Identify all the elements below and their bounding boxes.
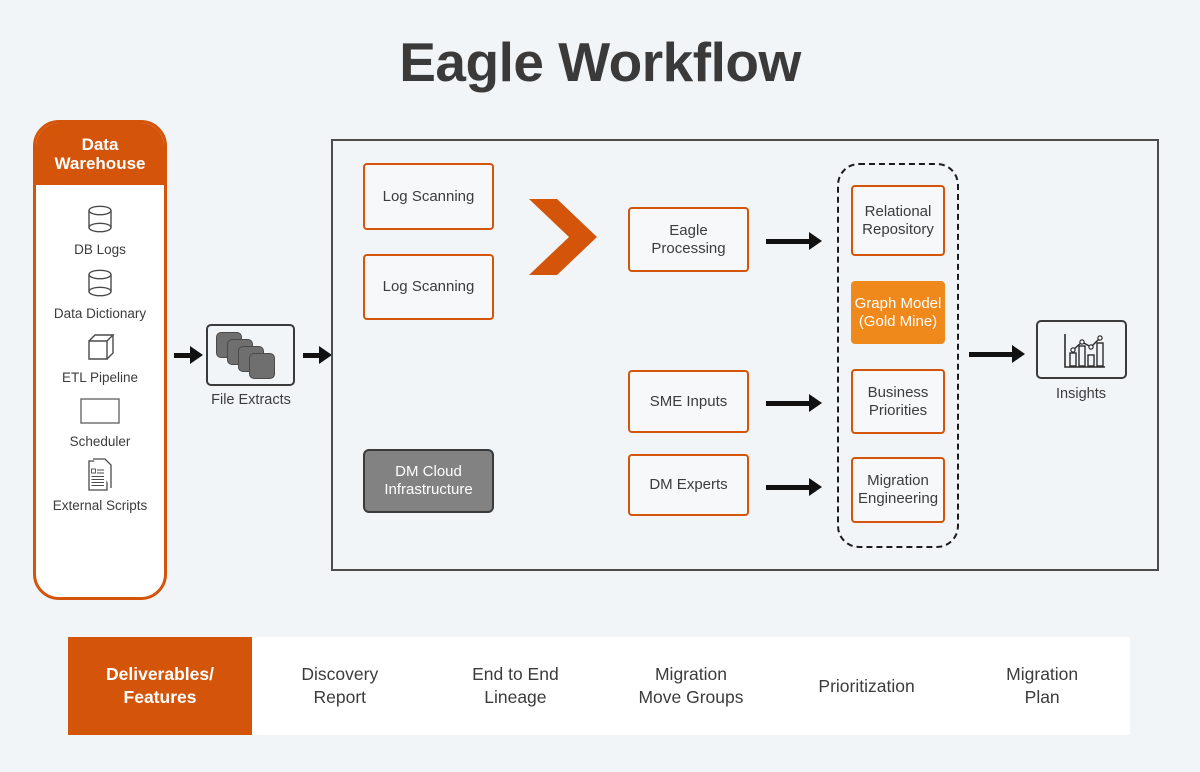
arrow-head xyxy=(190,346,203,364)
insights-label: Insights xyxy=(1056,386,1106,402)
box-label: Log Scanning xyxy=(382,187,475,205)
box-business-priorities[interactable]: Business Priorities xyxy=(851,369,945,434)
arrow-head xyxy=(809,232,822,250)
box-label: SME Inputs xyxy=(649,392,728,410)
box-label: Business Priorities xyxy=(867,383,929,419)
chevron-right-icon xyxy=(527,197,599,277)
box-label: DM Cloud Infrastructure xyxy=(384,463,473,498)
rectangle-icon xyxy=(79,392,121,430)
box-label: Log Scanning xyxy=(382,278,475,295)
arrow-shaft xyxy=(969,351,1013,357)
dw-item-label: Scheduler xyxy=(69,434,131,449)
arrow-head xyxy=(809,394,822,412)
arrow-sme-to-group xyxy=(766,394,822,412)
data-warehouse-panel: Data Warehouse DB Logs Data Dictionary E… xyxy=(33,120,167,600)
dw-item-external-scripts: External Scripts xyxy=(52,456,148,513)
deliverables-heading-label: Deliverables/ Features xyxy=(106,664,214,707)
file-extracts-box xyxy=(206,324,295,386)
deliverable-label: Migration Move Groups xyxy=(638,664,744,707)
box-label: Graph Model (Gold Mine) xyxy=(854,294,942,330)
dw-item-scheduler: Scheduler xyxy=(69,392,131,449)
deliverable-prioritization[interactable]: Prioritization xyxy=(779,637,955,735)
dw-item-label: DB Logs xyxy=(74,242,126,257)
dw-item-etl-pipeline: ETL Pipeline xyxy=(62,328,138,385)
box-label: DM Experts xyxy=(649,476,728,493)
deliverables-heading: Deliverables/ Features xyxy=(68,637,252,735)
arrow-group-to-insights xyxy=(969,345,1025,363)
deliverable-label: End to End Lineage xyxy=(472,664,559,707)
bar-chart-line-icon xyxy=(1060,331,1108,378)
arrow-eagle-to-group xyxy=(766,232,822,250)
dw-item-label: ETL Pipeline xyxy=(61,370,139,385)
box-graph-model-gold-mine[interactable]: Graph Model (Gold Mine) xyxy=(851,281,945,344)
box-label: Relational Repository xyxy=(862,202,934,238)
deliverable-discovery-report[interactable]: Discovery Report xyxy=(252,637,428,735)
arrow-shaft xyxy=(174,352,191,358)
deliverable-label: Prioritization xyxy=(818,675,915,696)
arrow-shaft xyxy=(303,352,320,358)
box-dm-experts[interactable]: DM Experts xyxy=(628,454,749,516)
box-migration-engineering[interactable]: Migration Engineering xyxy=(851,457,945,523)
database-cylinder-icon xyxy=(83,264,117,302)
deliverable-migration-plan[interactable]: Migration Plan xyxy=(954,637,1130,735)
arrow-extracts-to-panel xyxy=(303,346,332,364)
deliverable-migration-move-groups[interactable]: Migration Move Groups xyxy=(603,637,779,735)
file-extracts-label: File Extracts xyxy=(211,392,291,408)
arrow-shaft xyxy=(766,238,810,244)
deliverables-bar: Deliverables/ Features Discovery Report … xyxy=(68,637,1130,735)
arrow-head xyxy=(809,478,822,496)
dw-item-db-logs: DB Logs xyxy=(74,200,126,257)
arrow-shaft xyxy=(766,400,810,406)
box-dm-cloud-infrastructure[interactable]: DM Cloud Infrastructure xyxy=(363,449,494,513)
dw-item-label: Data Dictionary xyxy=(53,306,147,321)
deliverable-label: Migration Plan xyxy=(1006,664,1079,707)
document-script-icon xyxy=(83,456,117,494)
diagram-canvas: Eagle Workflow Data Warehouse DB Logs Da… xyxy=(0,0,1200,772)
dw-item-label: External Scripts xyxy=(52,498,148,513)
box-relational-repository[interactable]: Relational Repository xyxy=(851,185,945,256)
database-cylinder-icon xyxy=(83,200,117,238)
arrow-shaft xyxy=(766,484,810,490)
data-warehouse-header: Data Warehouse xyxy=(36,123,164,185)
cube-icon xyxy=(83,328,117,366)
box-label: Migration Engineering xyxy=(857,472,939,507)
deliverable-label: Discovery Report xyxy=(301,664,379,707)
box-sme-inputs[interactable]: SME Inputs xyxy=(628,370,749,433)
insights-box xyxy=(1036,320,1127,379)
box-eagle-processing[interactable]: Eagle Processing xyxy=(628,207,749,272)
box-log-scanning-2[interactable]: Log Scanning xyxy=(363,254,494,320)
box-log-scanning-1[interactable]: Log Scanning xyxy=(363,163,494,230)
data-warehouse-header-line1: Data xyxy=(81,134,119,154)
data-warehouse-header-line2: Warehouse xyxy=(54,154,146,173)
box-label: Eagle Processing xyxy=(651,221,726,257)
data-warehouse-items: DB Logs Data Dictionary ETL Pipeline Sch… xyxy=(36,185,164,513)
deliverable-end-to-end-lineage[interactable]: End to End Lineage xyxy=(428,637,604,735)
dw-item-data-dictionary: Data Dictionary xyxy=(54,264,146,321)
arrow-warehouse-to-extracts xyxy=(174,346,203,364)
page-title: Eagle Workflow xyxy=(399,31,801,93)
arrow-dm-experts-to-group xyxy=(766,478,822,496)
arrow-head xyxy=(1012,345,1025,363)
